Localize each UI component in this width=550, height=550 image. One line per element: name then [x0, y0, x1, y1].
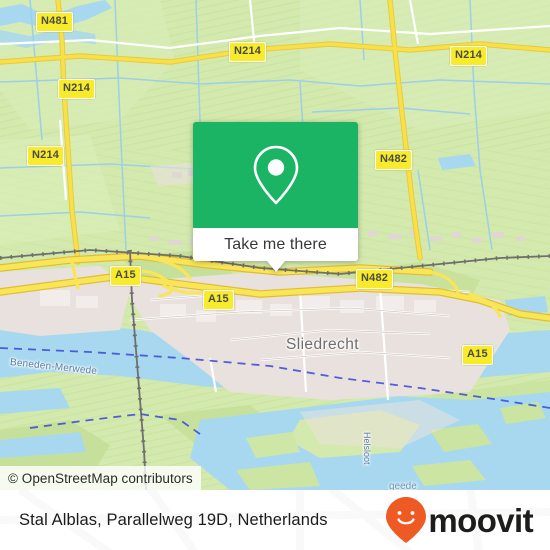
- location-popup[interactable]: Take me there: [193, 122, 358, 272]
- highway-shield: A15: [203, 290, 234, 310]
- popup-cta-label: Take me there: [224, 235, 327, 253]
- highway-shield: A15: [110, 266, 141, 286]
- osm-attribution[interactable]: © OpenStreetMap contributors: [0, 466, 201, 490]
- highway-shield: N214: [229, 42, 267, 62]
- page-title: Stal Alblas, Parallelweg 19D, Netherland…: [19, 510, 328, 529]
- footer-bar: Stal Alblas, Parallelweg 19D, Netherland…: [0, 490, 550, 550]
- highway-shield: N214: [450, 46, 488, 66]
- highway-shield: N482: [356, 269, 394, 289]
- map-pin-icon: [253, 145, 298, 205]
- highway-shield: N481: [36, 12, 74, 32]
- map-canvas[interactable]: N481 N214 N214 N214 N214 N482 A15 A15 N4…: [0, 0, 550, 490]
- moovit-smiley-pin-icon: [386, 497, 427, 543]
- highway-shield: N214: [27, 146, 65, 166]
- popup-cta-panel[interactable]: Take me there: [193, 228, 358, 272]
- highway-shield: N214: [58, 79, 96, 99]
- popup-pointer: [266, 261, 285, 272]
- highway-shield: A15: [462, 345, 493, 365]
- map-page: N481 N214 N214 N214 N214 N482 A15 A15 N4…: [0, 0, 550, 550]
- popup-icon-panel: [193, 122, 358, 228]
- moovit-wordmark: moovit: [428, 501, 533, 539]
- moovit-logo[interactable]: moovit: [385, 496, 534, 544]
- highway-shield: N482: [375, 150, 413, 170]
